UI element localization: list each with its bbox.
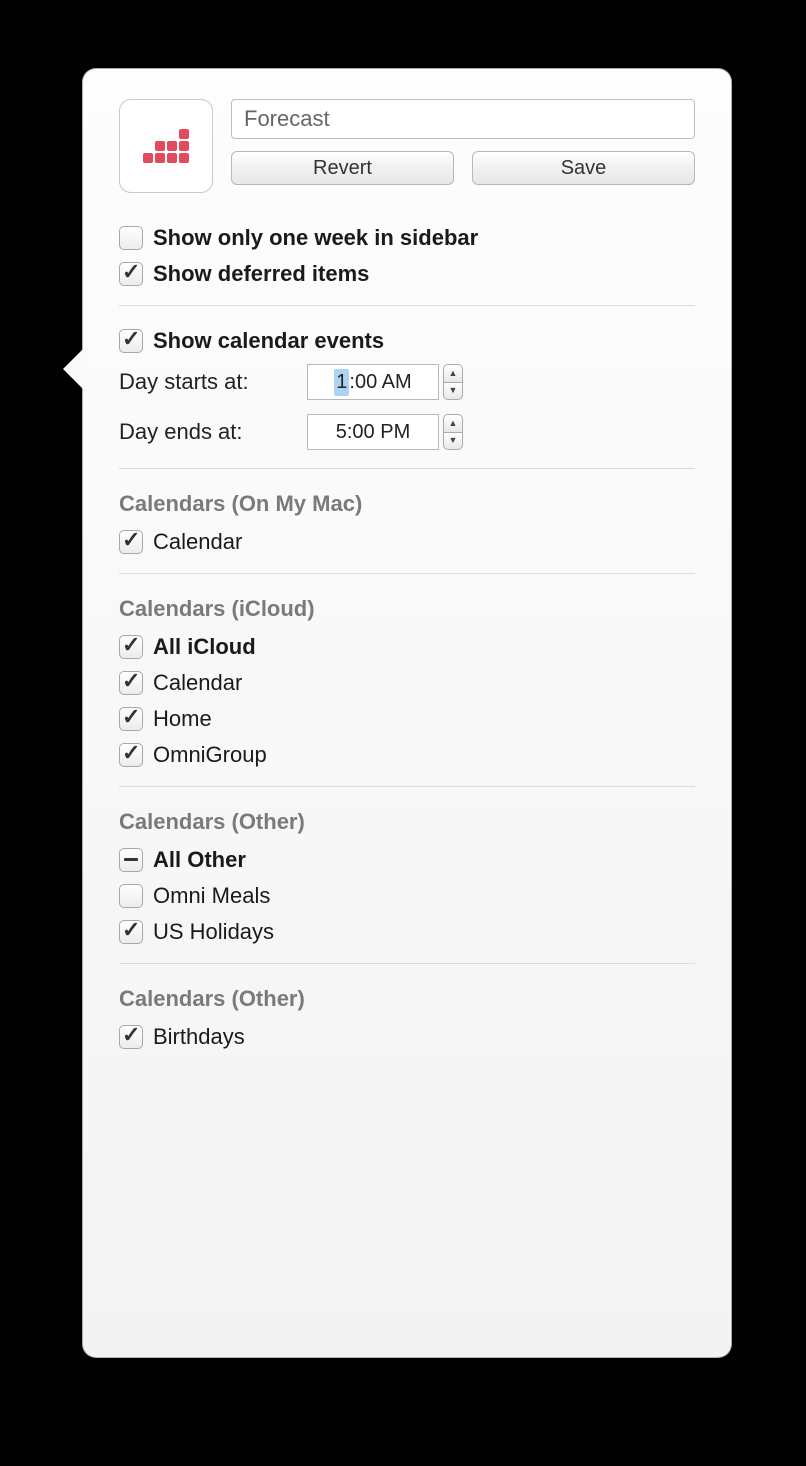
show-one-week-checkbox[interactable] bbox=[119, 226, 143, 250]
calendar-checkbox[interactable] bbox=[119, 848, 143, 872]
calendar-checkbox[interactable] bbox=[119, 920, 143, 944]
calendar-row: Calendar bbox=[119, 670, 695, 696]
day-starts-field: 1:00 AM ▲ ▼ bbox=[307, 364, 463, 400]
day-ends-step-up[interactable]: ▲ bbox=[443, 414, 463, 432]
show-one-week-row: Show only one week in sidebar bbox=[119, 225, 695, 251]
calendar-row: All Other bbox=[119, 847, 695, 873]
day-starts-label: Day starts at: bbox=[119, 369, 289, 395]
calendar-label: All iCloud bbox=[153, 634, 256, 660]
forecast-settings-popover: Revert Save Show only one week in sideba… bbox=[82, 68, 732, 1358]
calendar-checkbox[interactable] bbox=[119, 707, 143, 731]
section-title: Calendars (Other) bbox=[119, 809, 695, 835]
calendar-row: All iCloud bbox=[119, 634, 695, 660]
calendar-label: Calendar bbox=[153, 670, 242, 696]
show-one-week-label: Show only one week in sidebar bbox=[153, 225, 478, 251]
calendar-checkbox[interactable] bbox=[119, 671, 143, 695]
day-ends-label: Day ends at: bbox=[119, 419, 289, 445]
day-starts-step-up[interactable]: ▲ bbox=[443, 364, 463, 382]
calendar-label: US Holidays bbox=[153, 919, 274, 945]
calendar-row: Home bbox=[119, 706, 695, 732]
show-calendar-events-checkbox[interactable] bbox=[119, 329, 143, 353]
day-starts-step-down[interactable]: ▼ bbox=[443, 382, 463, 401]
day-ends-step-down[interactable]: ▼ bbox=[443, 432, 463, 451]
day-starts-stepper: ▲ ▼ bbox=[443, 364, 463, 400]
day-starts-row: Day starts at: 1:00 AM ▲ ▼ bbox=[119, 364, 695, 400]
calendar-label: Calendar bbox=[153, 529, 242, 555]
show-calendar-events-label: Show calendar events bbox=[153, 328, 384, 354]
header-controls: Revert Save bbox=[231, 99, 695, 193]
calendar-checkbox[interactable] bbox=[119, 743, 143, 767]
calendar-label: Home bbox=[153, 706, 212, 732]
section-title: Calendars (On My Mac) bbox=[119, 491, 695, 517]
show-deferred-checkbox[interactable] bbox=[119, 262, 143, 286]
calendar-row: Birthdays bbox=[119, 1024, 695, 1050]
calendar-label: All Other bbox=[153, 847, 246, 873]
divider bbox=[119, 963, 695, 964]
perspective-name-input[interactable] bbox=[231, 99, 695, 139]
divider bbox=[119, 305, 695, 306]
day-starts-input[interactable]: 1:00 AM bbox=[307, 364, 439, 400]
day-ends-stepper: ▲ ▼ bbox=[443, 414, 463, 450]
calendar-checkbox[interactable] bbox=[119, 884, 143, 908]
calendar-row: US Holidays bbox=[119, 919, 695, 945]
calendar-checkbox[interactable] bbox=[119, 635, 143, 659]
header: Revert Save bbox=[119, 99, 695, 193]
calendar-label: OmniGroup bbox=[153, 742, 267, 768]
calendar-checkbox[interactable] bbox=[119, 1025, 143, 1049]
calendar-label: Birthdays bbox=[153, 1024, 245, 1050]
calendar-row: Calendar bbox=[119, 529, 695, 555]
forecast-icon bbox=[143, 129, 189, 163]
calendar-checkbox[interactable] bbox=[119, 530, 143, 554]
day-ends-row: Day ends at: 5:00 PM ▲ ▼ bbox=[119, 414, 695, 450]
section-title: Calendars (iCloud) bbox=[119, 596, 695, 622]
divider bbox=[119, 786, 695, 787]
perspective-icon-box bbox=[119, 99, 213, 193]
calendar-row: Omni Meals bbox=[119, 883, 695, 909]
revert-button[interactable]: Revert bbox=[231, 151, 454, 185]
show-deferred-label: Show deferred items bbox=[153, 261, 369, 287]
save-button[interactable]: Save bbox=[472, 151, 695, 185]
show-calendar-events-row: Show calendar events bbox=[119, 328, 695, 354]
calendar-label: Omni Meals bbox=[153, 883, 270, 909]
day-ends-field: 5:00 PM ▲ ▼ bbox=[307, 414, 463, 450]
button-row: Revert Save bbox=[231, 151, 695, 185]
divider bbox=[119, 468, 695, 469]
calendar-row: OmniGroup bbox=[119, 742, 695, 768]
day-ends-input[interactable]: 5:00 PM bbox=[307, 414, 439, 450]
divider bbox=[119, 573, 695, 574]
section-title: Calendars (Other) bbox=[119, 986, 695, 1012]
show-deferred-row: Show deferred items bbox=[119, 261, 695, 287]
